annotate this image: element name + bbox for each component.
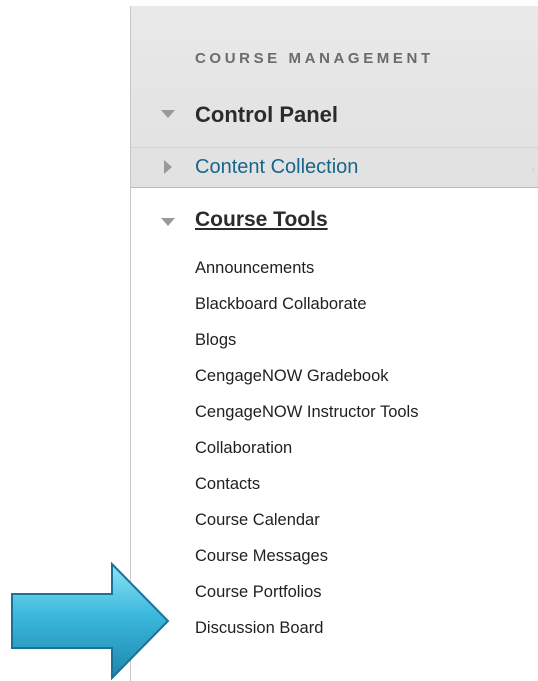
tool-course-portfolios[interactable]: Course Portfolios (195, 580, 418, 616)
tool-cengagenow-gradebook[interactable]: CengageNOW Gradebook (195, 364, 418, 400)
course-management-heading: COURSE MANAGEMENT (195, 50, 434, 67)
control-panel-label[interactable]: Control Panel (195, 102, 338, 128)
tool-cengagenow-instructor-tools[interactable]: CengageNOW Instructor Tools (195, 400, 418, 436)
tool-blogs[interactable]: Blogs (195, 328, 418, 364)
content-collection-row[interactable]: Content Collection › (131, 147, 538, 188)
tool-course-messages[interactable]: Course Messages (195, 544, 418, 580)
tool-announcements[interactable]: Announcements (195, 256, 418, 292)
content-collection-link[interactable]: Content Collection (195, 156, 358, 179)
triangle-down-icon[interactable] (161, 218, 175, 226)
tool-discussion-board[interactable]: Discussion Board (195, 616, 418, 652)
course-tools-link[interactable]: Course Tools (195, 208, 328, 232)
tool-course-calendar[interactable]: Course Calendar (195, 508, 418, 544)
course-management-panel: COURSE MANAGEMENT Control Panel Content … (130, 6, 538, 681)
chevron-right-icon: › (531, 162, 535, 176)
tool-collaboration[interactable]: Collaboration (195, 436, 418, 472)
course-tools-list: Announcements Blackboard Collaborate Blo… (195, 256, 418, 652)
triangle-right-icon[interactable] (164, 160, 172, 174)
tool-contacts[interactable]: Contacts (195, 472, 418, 508)
course-management-header: COURSE MANAGEMENT Control Panel Content … (131, 6, 538, 188)
tool-blackboard-collaborate[interactable]: Blackboard Collaborate (195, 292, 418, 328)
arrow-right-icon (11, 562, 170, 680)
triangle-down-icon[interactable] (161, 110, 175, 118)
